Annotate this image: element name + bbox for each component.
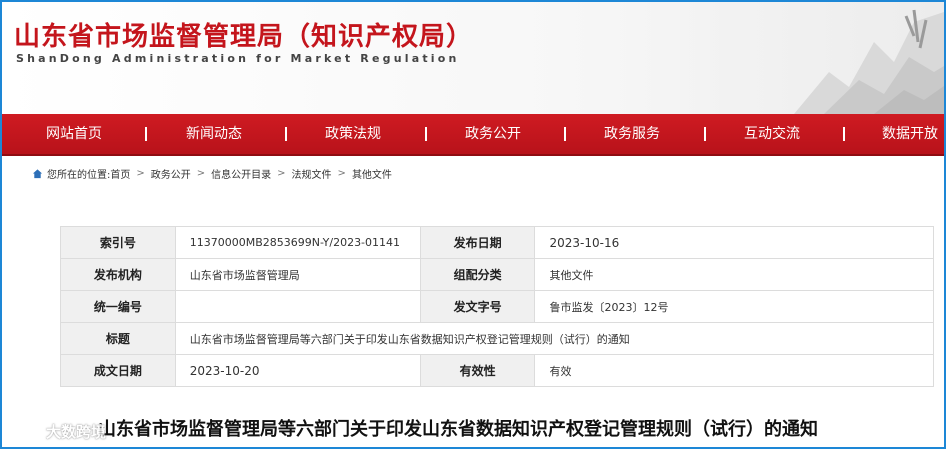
watermark-logo-icon [10,423,40,441]
breadcrumb-link-regulations[interactable]: 法规文件 [292,166,332,181]
publisher-value: 山东省市场监督管理局 [174,258,421,291]
index-number-value: 11370000MB2853699N-Y/2023-01141 [174,226,421,259]
breadcrumb-link-catalog[interactable]: 信息公开目录 [211,166,271,181]
landscape-art-icon [794,9,944,114]
title-value: 山东省市场监督管理局等六部门关于印发山东省数据知识产权登记管理规则（试行）的通知 [174,322,935,355]
home-icon [32,168,43,178]
watermark-text: 大数跨境 [46,422,107,441]
site-subtitle: ShanDong Administration for Market Regul… [16,52,460,65]
written-date-label: 成文日期 [60,354,176,387]
written-date-value: 2023-10-20 [174,354,421,387]
nav-item-news[interactable]: 新闻动态 [186,114,242,154]
unified-number-label: 统一编号 [60,290,176,323]
site-title[interactable]: 山东省市场监督管理局（知识产权局） [14,16,473,53]
table-row: 标题 山东省市场监督管理局等六部门关于印发山东省数据知识产权登记管理规则（试行）… [60,322,935,355]
table-row: 发布机构 山东省市场监督管理局 组配分类 其他文件 [60,258,934,291]
publish-date-value: 2023-10-16 [534,226,934,259]
breadcrumb-prefix: 您所在的位置: [47,169,111,181]
nav-separator [425,127,427,141]
breadcrumb: 您所在的位置: 首页 > 政务公开 > 信息公开目录 > 法规文件 > 其他文件 [32,166,392,181]
document-title: 山东省市场监督管理局等六部门关于印发山东省数据知识产权登记管理规则（试行）的通知 [98,419,818,440]
browser-viewport: 山东省市场监督管理局（知识产权局） ShanDong Administratio… [0,0,946,449]
table-row: 统一编号 发文字号 鲁市监发〔2023〕12号 [60,290,934,323]
nav-item-home[interactable]: 网站首页 [46,114,102,154]
publish-date-label: 发布日期 [419,226,536,259]
title-label: 标题 [60,322,176,355]
breadcrumb-separator: > [277,167,286,179]
unified-number-value [174,290,421,323]
document-number-label: 发文字号 [419,290,536,323]
document-info-table: 索引号 11370000MB2853699N-Y/2023-01141 发布日期… [60,226,935,387]
nav-item-policy[interactable]: 政策法规 [325,114,381,154]
index-number-label: 索引号 [60,226,176,259]
breadcrumb-separator: > [196,167,206,179]
breadcrumb-separator: > [136,167,145,179]
validity-value: 有效 [534,354,934,387]
watermark: 大数跨境 [10,420,106,442]
document-number-value: 鲁市监发〔2023〕12号 [534,290,934,323]
breadcrumb-link-other-files[interactable]: 其他文件 [352,166,392,181]
nav-item-interaction[interactable]: 互动交流 [744,114,800,154]
validity-label: 有效性 [419,354,536,387]
nav-separator [564,127,566,141]
site-header: 山东省市场监督管理局（知识产权局） ShanDong Administratio… [2,2,944,114]
breadcrumb-link-home[interactable]: 首页 [110,166,130,181]
nav-separator [704,127,706,141]
nav-separator [285,127,287,141]
table-row: 索引号 11370000MB2853699N-Y/2023-01141 发布日期… [60,226,934,259]
breadcrumb-link-open-government[interactable]: 政务公开 [151,166,191,181]
main-nav: 网站首页 新闻动态 政策法规 政务公开 政务服务 互动交流 数据开放 [2,114,944,156]
nav-item-services[interactable]: 政务服务 [604,114,660,154]
publisher-label: 发布机构 [60,258,176,291]
table-row: 成文日期 2023-10-20 有效性 有效 [60,354,934,387]
nav-separator [145,127,147,141]
nav-item-open-data[interactable]: 数据开放 [882,114,938,154]
category-label: 组配分类 [419,258,536,291]
category-value: 其他文件 [534,258,934,291]
nav-separator [843,127,845,141]
breadcrumb-separator: > [337,167,346,179]
nav-item-open-government[interactable]: 政务公开 [465,114,521,154]
